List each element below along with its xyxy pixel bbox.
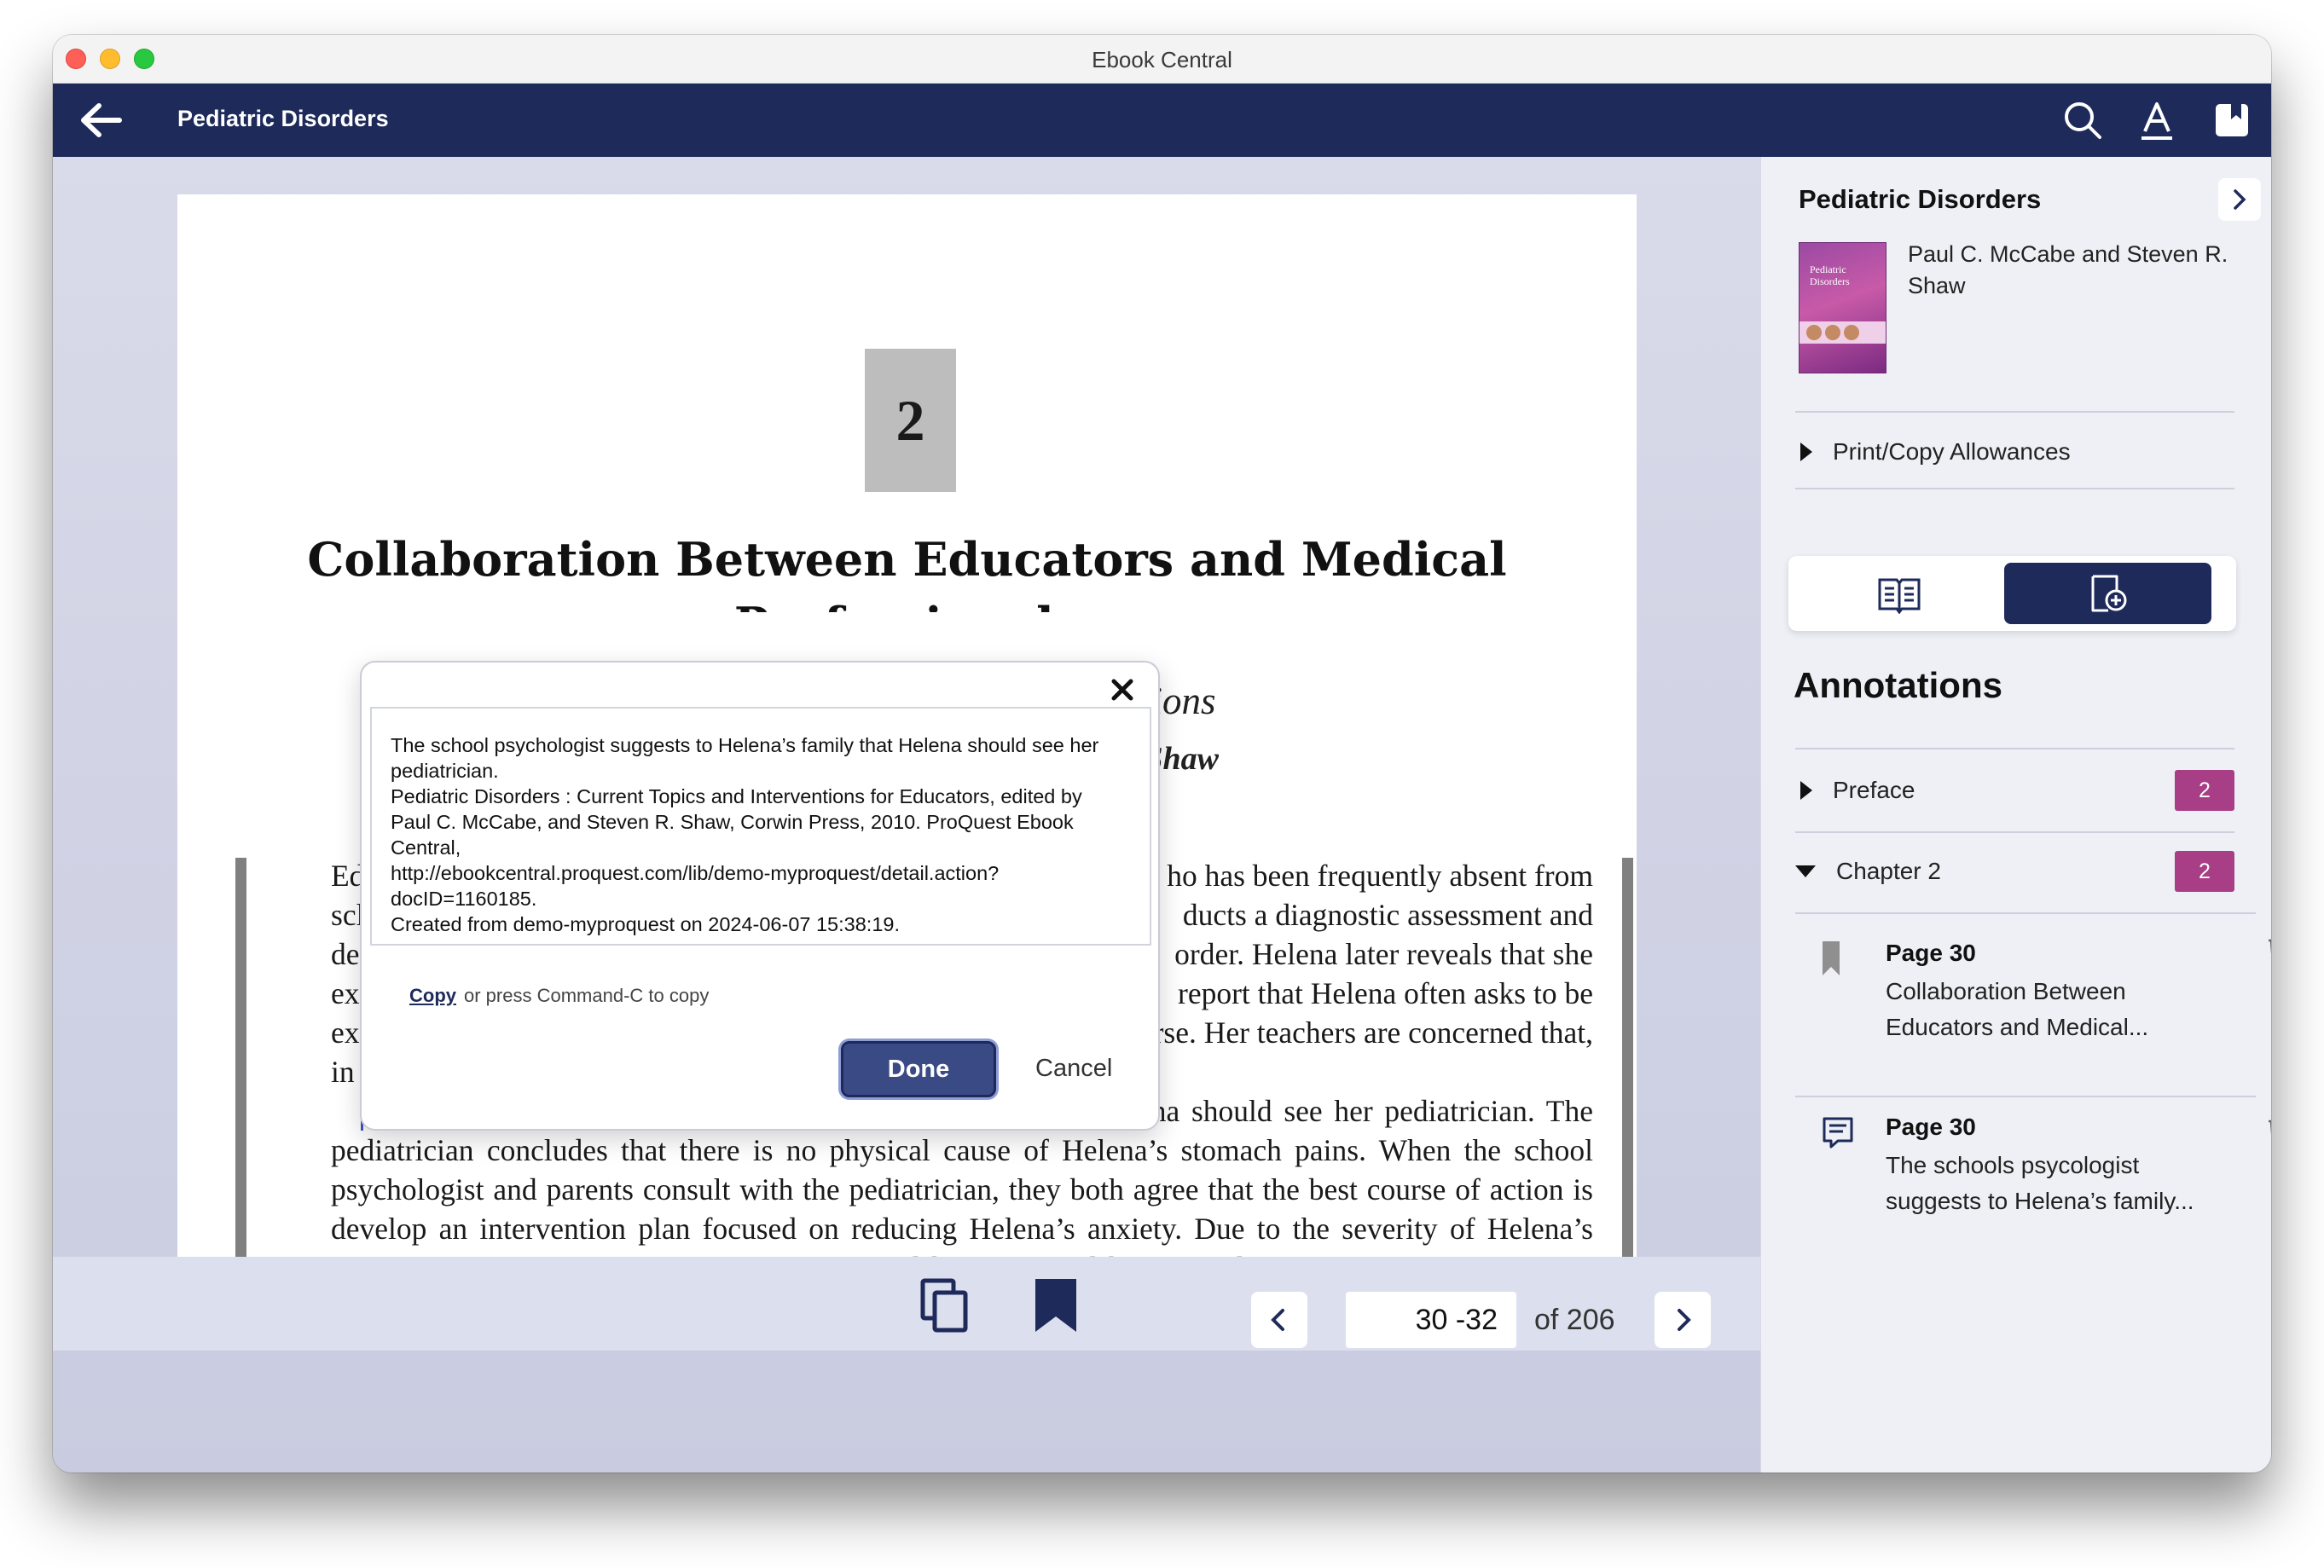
print-copy-allowances-toggle[interactable]: Print/Copy Allowances [1795, 430, 2234, 474]
page-number-input[interactable]: 30 -32 [1346, 1292, 1516, 1348]
book-contents-icon [1878, 578, 1920, 614]
annotation-icon [2091, 575, 2126, 612]
text-line: psychologist and parents consult with th… [331, 1172, 1593, 1206]
cover-photo [1806, 325, 1822, 340]
cover-photo [1825, 325, 1840, 340]
header-book-title: Pediatric Disorders [177, 106, 389, 131]
expand-triangle-icon [1800, 781, 1812, 800]
note-icon [1821, 1115, 1855, 1154]
chapter-number: 2 [865, 349, 956, 492]
text-line: develop an intervention plan focused on … [331, 1212, 1593, 1246]
count-badge: 2 [2175, 770, 2234, 811]
expand-triangle-icon [1800, 443, 1812, 461]
copy-link[interactable]: Copy [409, 985, 456, 1007]
chevron-left-icon [1271, 1309, 1284, 1331]
divider [1795, 831, 2234, 833]
annotation-section-chapter-2[interactable]: Chapter 2 2 [1795, 844, 2234, 899]
table-of-contents-tab[interactable] [1795, 563, 2002, 624]
divider [1795, 1096, 2256, 1097]
copy-hint: or press Command-C to copy [464, 985, 710, 1006]
highlight-bar-right [1622, 858, 1633, 1310]
app-header: Pediatric Disorders [53, 84, 2271, 157]
close-icon[interactable] [1105, 673, 1139, 707]
annotation-text: Collaboration Between Educators and Medi… [1886, 978, 2149, 1040]
cover-photo [1844, 325, 1859, 340]
done-button[interactable]: Done [841, 1041, 996, 1097]
section-label: Preface [1833, 777, 1915, 803]
bookmark-icon[interactable] [1032, 1277, 1080, 1334]
sidebar-view-switcher [1788, 556, 2236, 631]
divider [1795, 488, 2234, 489]
chevron-right-icon [1678, 1309, 1691, 1331]
app-window: Ebook Central Pediatric Disorders 2 Coll… [53, 35, 2271, 1473]
collapse-triangle-icon [1795, 865, 1816, 877]
book-cover: Pediatric Disorders [1799, 242, 1886, 373]
chevron-right-icon [2234, 189, 2246, 210]
trash-icon[interactable] [2266, 1115, 2271, 1146]
cancel-button[interactable]: Cancel [1035, 1055, 1112, 1083]
highlight-bar-left [235, 858, 246, 1310]
divider [1795, 411, 2234, 413]
annotation-text: The schools psycologist suggests to Hele… [1886, 1152, 2194, 1214]
sidebar: Pediatric Disorders Pediatric Disorders … [1760, 157, 2271, 1473]
cover-text: Pediatric Disorders [1810, 263, 1850, 287]
next-page-button[interactable] [1655, 1292, 1711, 1348]
copy-citation-dialog: The school psychologist suggests to Hele… [360, 661, 1160, 1131]
font-icon[interactable] [2136, 99, 2178, 142]
window-titlebar: Ebook Central [53, 35, 2271, 84]
annotation-page: Page 30 [1886, 1114, 1976, 1140]
sidebar-book-title: Pediatric Disorders [1799, 184, 2042, 214]
print-copy-label: Print/Copy Allowances [1833, 438, 2071, 465]
annotations-tab[interactable] [2004, 563, 2211, 624]
bookmark-panel-icon[interactable] [2211, 99, 2253, 142]
annotation-item[interactable]: Page 30 Collaboration Between Educators … [1795, 933, 2271, 1086]
window-title: Ebook Central [1092, 47, 1232, 72]
count-badge: 2 [2175, 851, 2234, 892]
previous-page-button[interactable] [1251, 1292, 1307, 1348]
annotations-heading: Annotations [1794, 665, 2002, 705]
annotation-page: Page 30 [1886, 940, 1976, 966]
search-icon[interactable] [2061, 99, 2104, 142]
annotation-item[interactable]: Page 30 The schools psycologist suggests… [1795, 1107, 2271, 1260]
page-total: of 206 [1534, 1304, 1615, 1336]
bookmark-icon [1821, 940, 1841, 981]
copy-icon[interactable] [919, 1277, 971, 1334]
collapse-sidebar-button[interactable] [2218, 178, 2261, 221]
chapter-title: Collaboration Between Educators and Medi… [307, 532, 1507, 612]
divider [1795, 912, 2256, 914]
sidebar-authors: Paul C. McCabe and Steven R. Shaw [1908, 241, 2228, 298]
annotation-section-preface[interactable]: Preface 2 [1795, 763, 2234, 818]
divider [1795, 748, 2234, 749]
section-label: Chapter 2 [1836, 858, 1941, 884]
text-line: pediatrician concludes that there is no … [331, 1133, 1593, 1167]
citation-text[interactable]: The school psychologist suggests to Hele… [370, 707, 1151, 946]
back-arrow-icon[interactable] [77, 101, 125, 140]
trash-icon[interactable] [2266, 934, 2271, 965]
